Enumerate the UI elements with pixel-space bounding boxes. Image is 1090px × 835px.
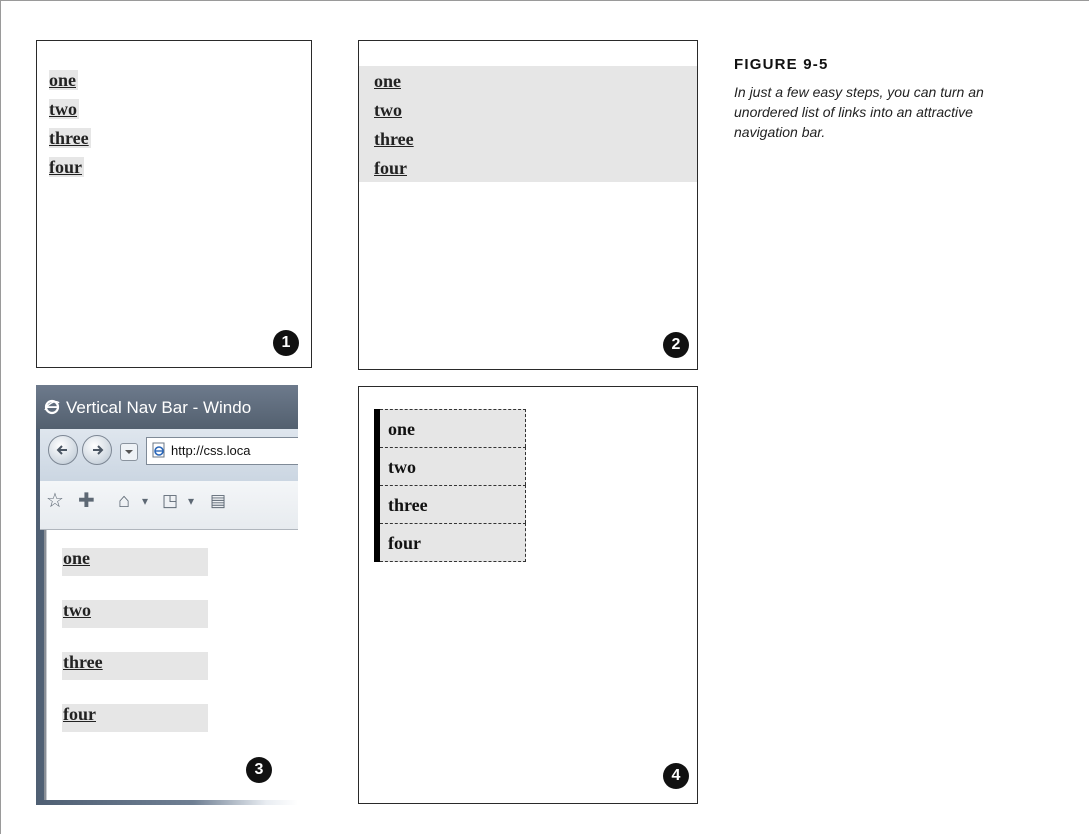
step-4-panel: one two three four 4	[358, 386, 698, 804]
list-item: one	[49, 66, 91, 95]
list-item: four	[374, 154, 414, 183]
figure-title: FIGURE 9-5	[734, 56, 829, 73]
link-one[interactable]: one	[63, 548, 90, 568]
chevron-down-icon[interactable]: ▾	[142, 489, 148, 513]
nav-link-four[interactable]: four	[388, 533, 421, 553]
link-three[interactable]: three	[374, 129, 414, 149]
history-dropdown-button[interactable]	[120, 443, 138, 461]
list-item: one	[374, 67, 414, 96]
list-item: two	[49, 95, 91, 124]
list-item: two	[62, 600, 208, 628]
window-title: Vertical Nav Bar - Windo	[66, 398, 252, 417]
command-bar: ☆ ✚ ⌂ ▾ ◳ ▾ ▤	[40, 481, 298, 530]
list-item: two	[374, 96, 414, 125]
nav-link-two[interactable]: two	[388, 457, 416, 477]
step-badge-2: 2	[663, 332, 689, 358]
link-four[interactable]: four	[63, 704, 96, 724]
link-one[interactable]: one	[49, 70, 76, 90]
link-two[interactable]: two	[49, 99, 77, 119]
link-two[interactable]: two	[63, 600, 91, 620]
link-four[interactable]: four	[374, 158, 407, 178]
forward-arrow-icon	[93, 445, 104, 455]
chevron-down-icon	[125, 450, 133, 454]
list-item: three	[62, 652, 208, 680]
home-icon[interactable]: ⌂	[118, 489, 130, 513]
list-item: four	[62, 704, 208, 732]
rss-icon[interactable]: ◳	[162, 489, 178, 513]
nav-link-one[interactable]: one	[388, 419, 415, 439]
star-icon[interactable]: ☆	[46, 489, 64, 513]
nav-link-three[interactable]: three	[388, 495, 428, 515]
link-three[interactable]: three	[49, 128, 89, 148]
nav-item: one	[380, 409, 526, 447]
step-badge-1: 1	[273, 330, 299, 356]
back-arrow-icon	[56, 445, 67, 455]
link-four[interactable]: four	[49, 157, 82, 177]
list-item: four	[49, 153, 91, 182]
link-list: one two three four	[374, 67, 414, 183]
step-1-panel: one two three four 1	[36, 40, 312, 368]
nav-bar: one two three four	[374, 409, 526, 562]
figure-caption: In just a few easy steps, you can turn a…	[734, 84, 984, 140]
chevron-down-icon[interactable]: ▾	[188, 489, 194, 513]
link-one[interactable]: one	[374, 71, 401, 91]
link-three[interactable]: three	[63, 652, 103, 672]
ie-logo-icon	[44, 399, 60, 415]
step-2-panel: one two three four 2	[358, 40, 698, 370]
step-badge-4: 4	[663, 763, 689, 789]
nav-item: four	[380, 523, 526, 562]
link-list: one two three four	[49, 66, 91, 182]
list-item: one	[62, 548, 208, 576]
step-3-panel: Vertical Nav Bar - Windo http://css.loca…	[36, 385, 298, 805]
navigation-toolbar: http://css.loca	[40, 429, 298, 481]
ie-page-icon	[152, 442, 165, 458]
address-text: http://css.loca	[171, 443, 251, 458]
step-badge-3: 3	[246, 757, 272, 783]
link-list: one two three four	[62, 548, 208, 756]
forward-button[interactable]	[82, 435, 112, 465]
browser-window: Vertical Nav Bar - Windo http://css.loca…	[36, 385, 298, 805]
back-button[interactable]	[48, 435, 78, 465]
list-item: three	[374, 125, 414, 154]
list-item: three	[49, 124, 91, 153]
print-icon[interactable]: ▤	[210, 489, 226, 513]
nav-item: three	[380, 485, 526, 523]
title-bar: Vertical Nav Bar - Windo	[36, 385, 298, 429]
address-bar[interactable]: http://css.loca	[146, 437, 298, 465]
link-two[interactable]: two	[374, 100, 402, 120]
plus-icon[interactable]: ✚	[78, 489, 95, 513]
nav-item: two	[380, 447, 526, 485]
